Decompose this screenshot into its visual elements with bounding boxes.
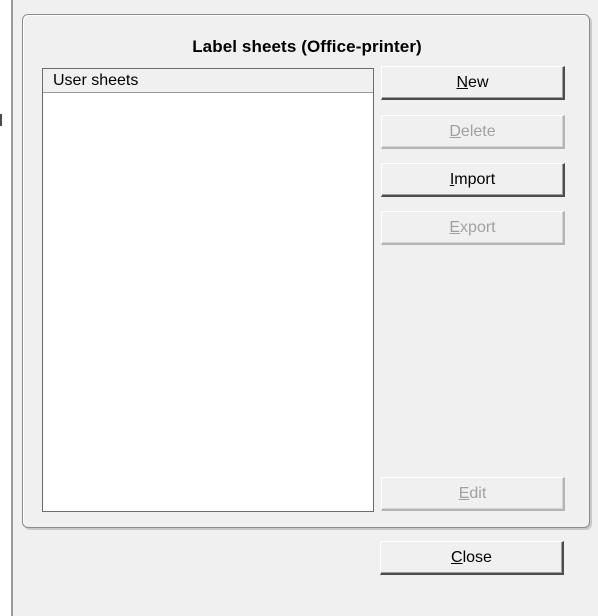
new-button-accel: N [456, 74, 469, 91]
list-column-header[interactable]: User sheets [43, 69, 373, 93]
close-button-accel: C [451, 549, 463, 566]
close-button-label: lose [462, 549, 492, 566]
user-sheets-listbox[interactable]: User sheets [42, 68, 374, 512]
export-button-accel: E [449, 219, 461, 236]
import-button[interactable]: Import [381, 163, 565, 197]
export-button-label: xport [460, 219, 496, 236]
delete-button-label: elete [460, 123, 496, 140]
edit-button-accel: E [458, 485, 470, 502]
list-body[interactable] [43, 93, 373, 511]
export-button[interactable]: Export [381, 211, 565, 245]
delete-button[interactable]: Delete [381, 115, 565, 149]
label-sheets-group: Label sheets (Office-printer) User sheet… [22, 14, 590, 528]
delete-button-accel: D [449, 123, 461, 140]
new-button-label: ew [468, 74, 489, 91]
import-button-label: mport [454, 171, 496, 188]
screen: Label sheets (Office-printer) User sheet… [0, 0, 598, 616]
edit-button[interactable]: Edit [381, 477, 565, 511]
new-button[interactable]: New [381, 66, 565, 100]
edit-button-label: dit [469, 485, 487, 502]
parent-window-fragment [0, 114, 2, 126]
group-title: Label sheets (Office-printer) [192, 37, 422, 56]
close-button[interactable]: Close [380, 541, 564, 575]
label-sheets-dialog: Label sheets (Office-printer) User sheet… [13, 0, 598, 616]
